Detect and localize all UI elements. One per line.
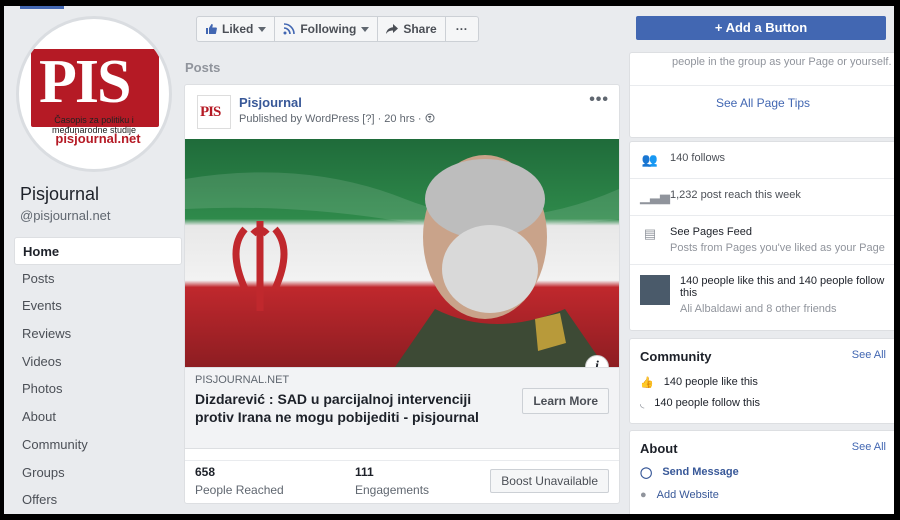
nav-about[interactable]: About [14, 403, 182, 431]
feed-icon: ▤ [643, 226, 657, 241]
pages-feed-row[interactable]: ▤ See Pages Feed Posts from Pages you've… [630, 215, 894, 264]
add-website-link[interactable]: ● Add Website [630, 487, 894, 503]
boost-unavailable-button[interactable]: Boost Unavailable [490, 469, 609, 493]
nav-videos[interactable]: Videos [14, 348, 182, 376]
page-nav: Home Posts Events Reviews Videos Photos … [14, 237, 182, 514]
more-options-button[interactable]: ··· [444, 16, 479, 42]
share-icon [386, 24, 399, 34]
page-tips-card: people in the group as your Page or your… [629, 52, 894, 138]
following-button[interactable]: Following [274, 16, 379, 42]
page-action-bar: Liked Following Share ··· [196, 16, 620, 44]
globe-icon: ● [640, 489, 647, 501]
nav-posts[interactable]: Posts [14, 265, 182, 293]
facebook-page: PIS Časopis za politiku i međunarodne st… [4, 6, 894, 514]
community-follows[interactable]: ◟ 140 people follow this [630, 397, 894, 410]
section-title: Posts [185, 60, 221, 75]
post-insights: 658 People Reached 111 Engagements Boost… [185, 460, 619, 504]
rss-icon: ◟ [640, 398, 645, 410]
nav-community[interactable]: Community [14, 431, 182, 459]
post-header: PIS Pisjournal Published by WordPress [?… [197, 95, 435, 129]
add-a-button[interactable]: + Add a Button [636, 16, 886, 40]
nav-photos[interactable]: Photos [14, 375, 182, 403]
see-all-page-tips-link[interactable]: See All Page Tips [630, 85, 894, 121]
community-card: Community See All 👍 140 people like this… [629, 338, 894, 424]
post-link-image[interactable]: i [185, 139, 619, 367]
left-column: PIS Časopis za politiku i međunarodne st… [14, 16, 182, 514]
page-name[interactable]: Pisjournal [14, 184, 182, 205]
nav-reviews[interactable]: Reviews [14, 320, 182, 348]
link-domain: PISJOURNAL.NET [195, 374, 290, 386]
nav-events[interactable]: Events [14, 292, 182, 320]
rss-icon [283, 23, 296, 35]
post-card: PIS Pisjournal Published by WordPress [?… [184, 84, 620, 504]
send-message-link[interactable]: ◯ Send Message [630, 466, 894, 487]
thumbs-up-icon [206, 24, 217, 34]
link-preview[interactable]: PISJOURNAL.NET Dizdarević : SAD u parcij… [185, 367, 619, 449]
people-icon: 👥 [641, 152, 659, 167]
right-column: + Add a Button people in the group as yo… [629, 16, 894, 514]
tips-text: people in the group as your Page or your… [672, 56, 892, 68]
plus-icon: + [714, 20, 723, 35]
globe-icon [425, 113, 435, 123]
thumbs-up-icon: 👍 [640, 377, 654, 389]
page-stats-card: 👥 140 follows ▁▃▅ 1,232 post reach this … [629, 141, 894, 331]
post-author[interactable]: Pisjournal [239, 95, 435, 110]
post-meta: Published by WordPress [?] · 20 hrs · [239, 113, 435, 125]
about-card: About See All ◯ Send Message ● Add Websi… [629, 430, 894, 514]
community-likes[interactable]: 👍 140 people like this [630, 374, 894, 397]
learn-more-button[interactable]: Learn More [522, 388, 609, 414]
chevron-down-icon [361, 26, 370, 32]
logo-site: pisjournal.net [55, 131, 141, 146]
messenger-icon: ◯ [640, 467, 653, 479]
link-title[interactable]: Dizdarević : SAD u parcijalnoj intervenc… [195, 390, 511, 426]
post-avatar[interactable]: PIS [197, 95, 231, 129]
reach-row[interactable]: ▁▃▅ 1,232 post reach this week [630, 178, 894, 215]
follows-row[interactable]: 👥 140 follows [630, 142, 894, 178]
chevron-down-icon [258, 26, 267, 32]
post-options-icon[interactable]: ••• [589, 91, 609, 109]
add-photo-icon[interactable]: + [145, 147, 169, 169]
center-column: Liked Following Share ··· Posts PIS Pisj… [184, 16, 620, 504]
community-see-all-link[interactable]: See All [852, 349, 886, 361]
liked-button[interactable]: Liked [196, 16, 276, 42]
flag-portrait-image [185, 139, 619, 367]
profile-picture[interactable]: PIS Časopis za politiku i međunarodne st… [16, 16, 172, 172]
share-button[interactable]: Share [377, 16, 446, 42]
top-accent-bar [20, 6, 64, 9]
page-handle: @pisjournal.net [20, 208, 111, 223]
nav-offers[interactable]: Offers [14, 486, 182, 514]
people-reached[interactable]: 658 People Reached [195, 465, 284, 497]
friend-avatar [640, 275, 670, 305]
nav-groups[interactable]: Groups [14, 459, 182, 487]
nav-home[interactable]: Home [14, 237, 182, 265]
bar-chart-icon: ▁▃▅ [640, 189, 670, 204]
friends-row[interactable]: 140 people like this and 140 people foll… [630, 264, 894, 325]
about-see-all-link[interactable]: See All [852, 441, 886, 453]
engagements[interactable]: 111 Engagements [355, 465, 429, 497]
